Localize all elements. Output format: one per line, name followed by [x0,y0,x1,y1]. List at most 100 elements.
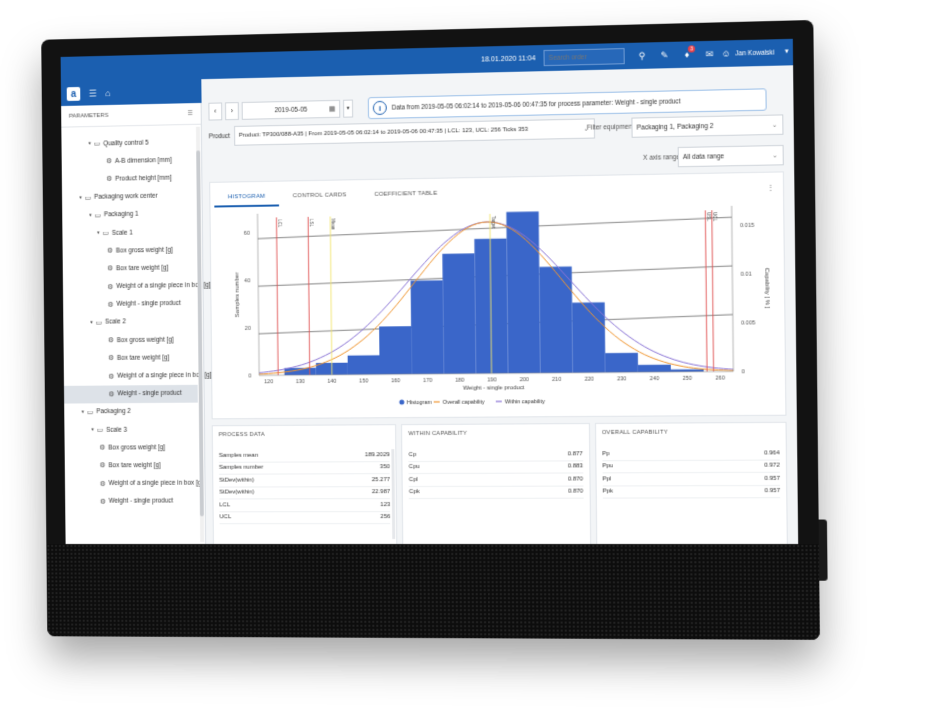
caret-down-icon[interactable]: ▾ [89,212,91,218]
stat-row: Cp 0.877 [408,448,583,462]
sidebar-item[interactable]: ⚙ Box tare weight [g] [65,456,199,474]
stat-value: 123 [380,501,391,508]
sidebar-item[interactable]: ▾ ▭ Packaging 1 [62,205,196,225]
stat-row: StDev(within) 22.987 [219,486,391,500]
folder-icon: ▭ [96,427,104,434]
sidebar-item[interactable]: ⚙ Weight of a single piece in box [g] [65,474,203,492]
parameter-tree: ▾ ▭ Quality control 5 ⚙ A-B dimension [mm] ⚙ P… [61,133,212,511]
y2-axis-label: Capability [ % ] [763,268,770,309]
search-input[interactable] [543,48,625,67]
sidebar-item-label: Packaging 2 [96,408,131,416]
y-tick-label: 60 [244,231,250,237]
limit-line [308,217,310,375]
more-options-icon[interactable]: ⋮ [766,183,774,192]
mail-icon[interactable]: ✉ [698,41,721,68]
panel-scrollbar[interactable] [391,449,396,540]
list-icon[interactable]: ☰ [188,110,193,117]
gear-icon: ⚙ [108,355,115,363]
info-text: Data from 2019-05-05 06:02:14 to 2019-05… [391,97,681,112]
y-axis [258,214,260,376]
sidebar-item[interactable]: ⚙ Weight of a single piece in box [g] [63,277,210,297]
stat-label: Samples mean [218,452,259,459]
gear-icon: ⚙ [99,462,106,470]
chevron-down-icon[interactable]: ▼ [780,39,793,66]
prev-button[interactable]: ‹ [208,102,223,121]
sidebar-header: PARAMETERS ☰ [61,102,201,128]
caret-down-icon[interactable]: ▾ [90,320,92,326]
xaxis-range-select[interactable]: All data range ⌄ [677,144,784,168]
home-icon[interactable]: ⌂ [105,88,110,98]
info-icon: i [372,100,387,116]
stat-label: UCL [219,514,232,521]
gear-icon: ⚙ [107,301,114,309]
sidebar-item[interactable]: ⚙ Box gross weight [g] [63,331,197,350]
gear-icon: ⚙ [106,176,113,184]
user-menu[interactable]: Jan Kowalski [735,49,774,57]
product-value: Product: TP300/088-A35 | From 2019-05-05… [238,126,529,139]
panel-title: WITHIN CAPABILITY [408,430,468,438]
y2-axis [732,206,734,372]
sidebar-item[interactable]: ⚙ Weight of a single piece in box [g] [64,366,211,385]
sidebar-item[interactable]: ⚙ Box tare weight [g] [64,348,198,367]
folder-icon: ▭ [86,409,94,417]
sidebar-item[interactable]: ⚙ Weight - single product [63,384,198,404]
stat-label: Cpk [408,489,420,496]
date-field[interactable]: 2019-05-05 ▦ [241,99,341,120]
x-tick-label: 230 [617,376,626,382]
xaxis-range-value: All data range [682,152,725,161]
panel-title: OVERALL CAPABILITY [601,429,668,437]
stat-label: Ppl [602,476,612,483]
sidebar-item[interactable]: ▾ ▭ Packaging work center [62,187,196,207]
product-select[interactable]: Product: TP300/088-A35 | From 2019-05-05… [233,118,595,146]
x-tick-label: 170 [423,378,432,384]
gear-icon: ⚙ [106,158,113,166]
caret-down-icon[interactable]: ▾ [91,427,93,433]
bell-icon[interactable]: ♦ 3 [676,41,699,68]
search-icon[interactable]: ⚲ [631,42,654,69]
app-bar: a ☰ ⌂ [60,79,202,107]
sidebar-item[interactable]: ⚙ Box gross weight [g] [65,438,199,457]
sidebar-item[interactable]: ▾ ▭ Scale 1 [62,223,196,243]
sidebar-item[interactable]: ⚙ Box gross weight [g] [63,241,197,261]
date-dropdown-button[interactable]: ▼ [343,99,354,118]
caret-down-icon[interactable]: ▾ [88,141,90,147]
caret-down-icon[interactable]: ▾ [82,409,84,415]
stat-value: 0.957 [764,475,780,482]
sidebar-item[interactable]: ▾ ▭ Scale 2 [63,313,197,332]
limit-label: LSL [309,219,314,228]
menu-icon[interactable]: ☰ [89,88,97,99]
caret-down-icon[interactable]: ▾ [79,195,81,201]
within-capability-list: Cp 0.877 Cpu 0.883 Cpl 0.870 Cpk 0.870 [408,448,584,500]
wrench-icon[interactable]: ✎ [653,42,676,69]
sidebar-item[interactable]: ⚙ Weight - single product [65,492,199,510]
legend-label: Histogram [407,400,433,406]
next-button[interactable]: › [225,102,239,121]
datetime: 18.01.2020 11:04 [481,54,536,64]
sidebar-item[interactable]: ▾ ▭ Packaging 2 [64,402,198,421]
stat-value: 189.2029 [364,451,390,459]
stat-label: LCL [219,502,231,509]
gear-icon: ⚙ [108,391,115,399]
limit-label: Mean [331,218,336,230]
user-icon: ☺ [721,48,731,59]
side-button[interactable] [818,519,828,581]
sidebar-item[interactable]: ⚙ Box tare weight [g] [63,259,197,279]
filter-select[interactable]: Packaging 1, Packaging 2 ⌄ [631,114,784,138]
limit-label: LCL [277,219,282,228]
x-tick-label: 120 [264,379,273,385]
parameters-sidebar: PARAMETERS ☰ ▾ ▭ Quality control 5 ⚙ A-B dim… [61,102,212,546]
chevron-down-icon: ⌄ [772,152,778,159]
panel-title: PROCESS DATA [218,431,265,439]
sidebar-item-label: Scale 1 [111,229,133,237]
stat-row: Pp 0.964 [602,447,780,461]
stat-row: Ppk 0.957 [602,485,781,499]
x-axis-label: Weight - single product [463,385,525,392]
caret-down-icon[interactable]: ▾ [97,230,99,236]
histogram-bar [442,253,476,374]
app-logo[interactable]: a [66,86,81,102]
calendar-icon[interactable]: ▦ [329,105,336,113]
sidebar-item-label: A-B dimension [mm] [114,156,172,165]
histogram-bar [539,266,573,374]
sidebar-item[interactable]: ⚙ Weight - single product [63,295,197,315]
sidebar-item[interactable]: ▾ ▭ Scale 3 [64,420,198,439]
